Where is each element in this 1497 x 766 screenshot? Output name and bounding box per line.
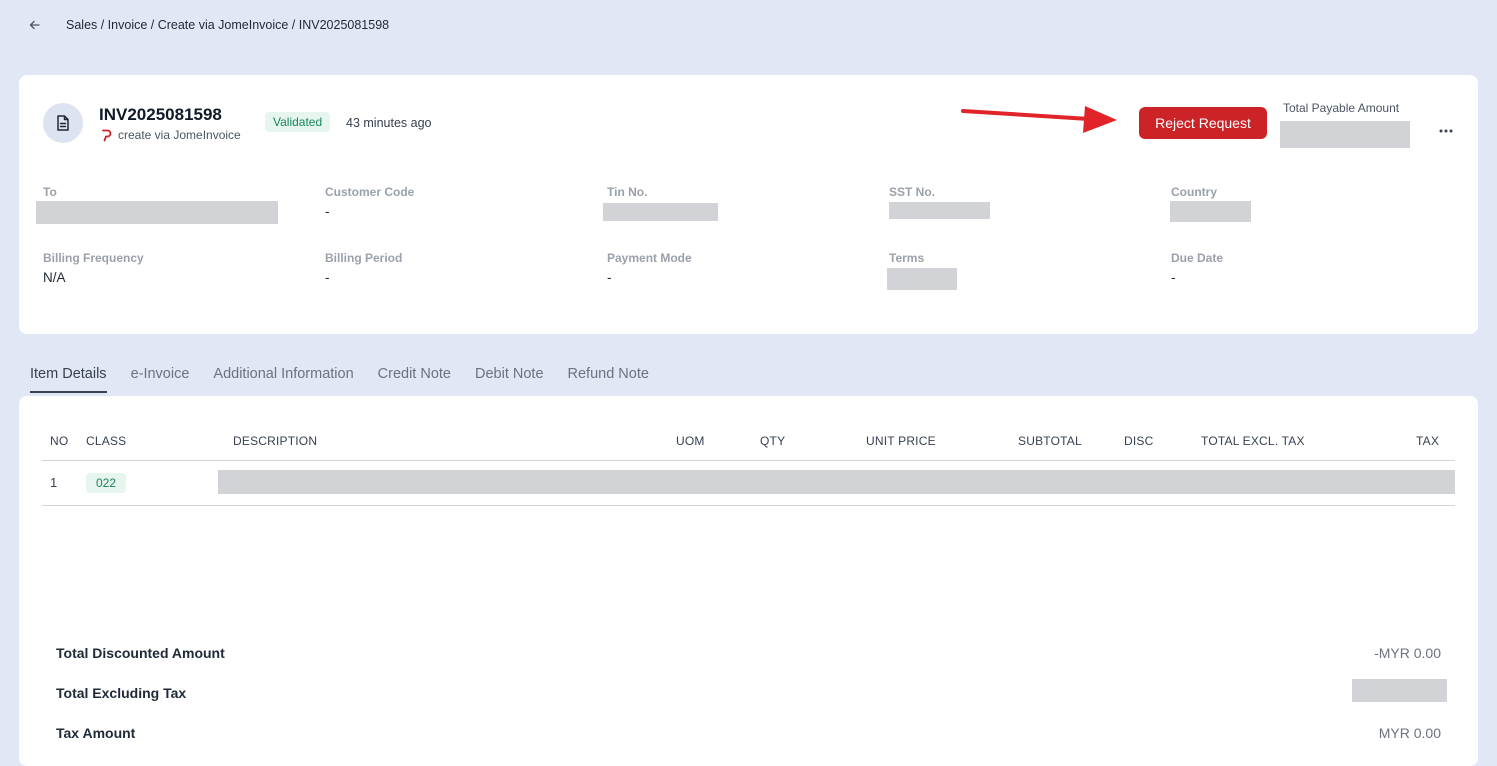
back-arrow-icon[interactable] [26, 16, 44, 34]
document-avatar [43, 103, 83, 143]
invoice-source-label: create via JomeInvoice [118, 128, 241, 142]
status-badge: Validated [265, 112, 331, 132]
table-header-divider [42, 460, 1455, 461]
tab-e-invoice[interactable]: e-Invoice [131, 366, 190, 393]
column-header-total-excl-tax: TOTAL EXCL. TAX [1201, 434, 1305, 448]
payment-mode-label: Payment Mode [607, 251, 692, 265]
terms-label: Terms [889, 251, 925, 265]
table-row-details-redacted [218, 470, 1455, 494]
detail-tabs: Item Details e-Invoice Additional Inform… [30, 366, 649, 393]
tin-label: Tin No. [607, 185, 648, 199]
total-payable-label: Total Payable Amount [1283, 101, 1400, 115]
column-header-qty: QTY [760, 434, 786, 448]
tab-debit-note[interactable]: Debit Note [475, 366, 544, 393]
tax-amount-value: MYR 0.00 [1378, 725, 1441, 741]
tax-amount-label: Tax Amount [56, 725, 136, 741]
sst-label: SST No. [889, 185, 936, 199]
more-options-icon[interactable] [1437, 127, 1455, 135]
total-discounted-amount-value: -MYR 0.00 [1374, 645, 1441, 661]
column-header-tax: TAX [1416, 434, 1440, 448]
tab-credit-note[interactable]: Credit Note [378, 366, 451, 393]
item-details-panel: NO CLASS DESCRIPTION UOM QTY UNIT PRICE … [19, 396, 1478, 766]
column-header-class: CLASS [86, 434, 127, 448]
customer-code-value: - [325, 204, 330, 219]
red-arrow-annotation-icon [961, 106, 1117, 133]
country-value-redacted [1170, 201, 1251, 222]
invoice-summary-card: INV2025081598 create via JomeInvoice Val… [19, 75, 1478, 334]
column-header-no: NO [50, 434, 69, 448]
jomeinvoice-logo-icon [102, 129, 112, 141]
total-payable-amount-redacted [1280, 121, 1410, 148]
total-excluding-tax-value-redacted [1352, 679, 1447, 702]
column-header-unit-price: UNIT PRICE [866, 434, 936, 448]
billing-frequency-label: Billing Frequency [43, 251, 144, 265]
customer-code-label: Customer Code [325, 185, 415, 199]
document-icon [57, 115, 69, 131]
reject-request-button[interactable]: Reject Request [1139, 107, 1267, 139]
column-header-uom: UOM [676, 434, 705, 448]
billing-period-label: Billing Period [325, 251, 403, 265]
time-ago: 43 minutes ago [346, 116, 432, 130]
column-header-subtotal: SUBTOTAL [1018, 434, 1082, 448]
tab-additional-information[interactable]: Additional Information [213, 366, 353, 393]
table-row-divider [42, 505, 1455, 506]
terms-value-redacted [887, 268, 957, 290]
table-row-no: 1 [50, 475, 58, 490]
tin-value-redacted [603, 203, 718, 221]
to-value-redacted [36, 201, 278, 224]
top-bar: Sales / Invoice / Create via JomeInvoice… [0, 0, 1497, 52]
billing-frequency-value: N/A [43, 270, 66, 285]
payment-mode-value: - [607, 270, 612, 285]
invoice-source: create via JomeInvoice [101, 128, 241, 142]
billing-period-value: - [325, 270, 330, 285]
to-label: To [43, 185, 57, 199]
invoice-number: INV2025081598 [99, 105, 222, 124]
sst-value-redacted [889, 202, 990, 219]
total-excluding-tax-label: Total Excluding Tax [56, 685, 187, 701]
table-row-class-badge: 022 [86, 473, 127, 493]
country-label: Country [1171, 185, 1217, 199]
tab-item-details[interactable]: Item Details [30, 366, 107, 393]
column-header-description: DESCRIPTION [233, 434, 318, 448]
column-header-disc: DISC [1124, 434, 1154, 448]
tab-refund-note[interactable]: Refund Note [568, 366, 649, 393]
breadcrumb: Sales / Invoice / Create via JomeInvoice… [66, 18, 390, 32]
due-date-label: Due Date [1171, 251, 1224, 265]
total-discounted-amount-label: Total Discounted Amount [56, 645, 225, 661]
due-date-value: - [1171, 270, 1176, 285]
